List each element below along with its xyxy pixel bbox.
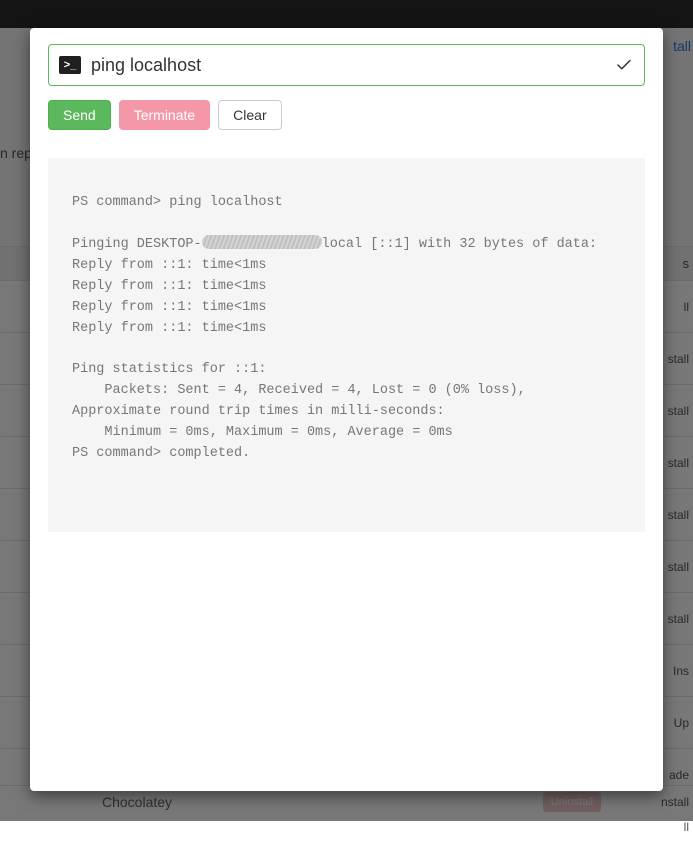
output-line: local [::1] with 32 bytes of data: xyxy=(322,237,597,252)
output-line: PS command> ping localhost xyxy=(72,195,283,210)
check-icon xyxy=(614,55,634,75)
output-line: Reply from ::1: time<1ms xyxy=(72,279,266,294)
output-line: Reply from ::1: time<1ms xyxy=(72,258,266,273)
output-line: Approximate round trip times in milli-se… xyxy=(72,404,445,419)
terminate-button[interactable]: Terminate xyxy=(119,100,210,130)
output-line: PS command> completed. xyxy=(72,446,250,461)
command-input[interactable] xyxy=(91,55,614,76)
button-row: Send Terminate Clear xyxy=(48,100,645,130)
output-line: Reply from ::1: time<1ms xyxy=(72,300,266,315)
redacted-hostname xyxy=(202,235,322,249)
ps-command-modal: >_ Send Terminate Clear PS command> ping… xyxy=(30,28,663,791)
command-input-wrap[interactable]: >_ xyxy=(48,44,645,86)
output-line: Reply from ::1: time<1ms xyxy=(72,321,266,336)
output-line: Ping statistics for ::1: xyxy=(72,362,266,377)
clear-button[interactable]: Clear xyxy=(218,100,281,130)
output-panel: PS command> ping localhost Pinging DESKT… xyxy=(48,158,645,532)
powershell-icon: >_ xyxy=(59,56,81,74)
output-line: Pinging DESKTOP- xyxy=(72,237,202,252)
send-button[interactable]: Send xyxy=(48,100,111,130)
output-line: Minimum = 0ms, Maximum = 0ms, Average = … xyxy=(72,425,453,440)
output-line: Packets: Sent = 4, Received = 4, Lost = … xyxy=(72,383,526,398)
